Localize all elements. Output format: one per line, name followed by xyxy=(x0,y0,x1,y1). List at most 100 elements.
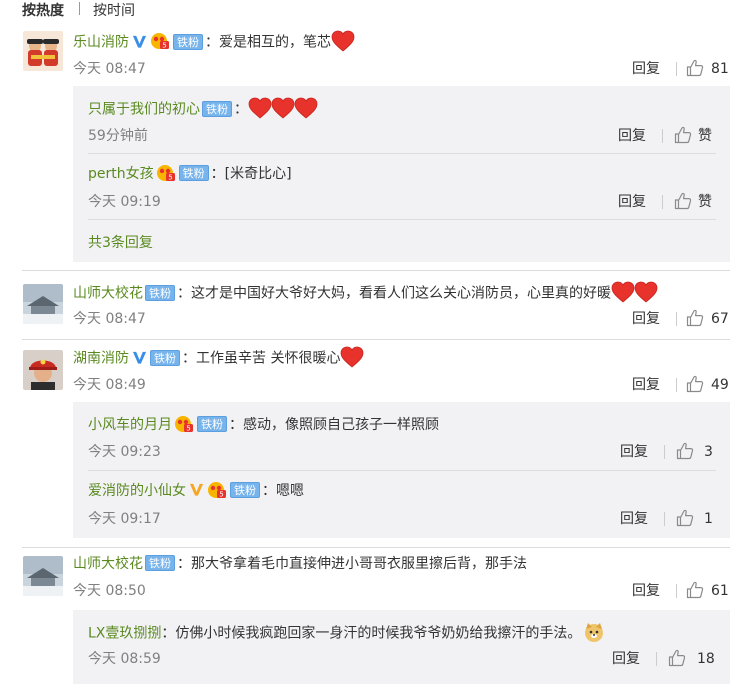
username-link[interactable]: 乐山消防 xyxy=(73,35,129,51)
like-count[interactable]: 18 xyxy=(697,650,715,668)
action-divider xyxy=(662,195,663,209)
reply-button[interactable]: 回复 xyxy=(618,193,646,211)
like-label[interactable]: 赞 xyxy=(698,193,712,211)
sort-by-time-tab[interactable]: 按时间 xyxy=(93,0,135,20)
like-count[interactable]: 49 xyxy=(711,376,729,394)
fan-badge[interactable]: 铁粉 xyxy=(145,555,175,571)
like-label[interactable]: 赞 xyxy=(698,127,712,145)
reply-line: 爱消防的小仙女 铁粉 ：嗯嗯 xyxy=(88,480,304,502)
reply-time: 今天 09:19 xyxy=(88,194,161,210)
more-replies-link[interactable]: 共3条回复 xyxy=(88,234,153,252)
heart-emoji-icon xyxy=(340,346,364,368)
like-count[interactable]: 1 xyxy=(704,510,713,528)
like-thumb-icon[interactable] xyxy=(686,375,704,393)
reply-time: 今天 09:23 xyxy=(88,444,161,460)
avatar[interactable] xyxy=(23,350,63,390)
heart-emoji-icon xyxy=(331,30,355,52)
fan-badge[interactable]: 铁粉 xyxy=(145,284,175,301)
vip-level-icon[interactable] xyxy=(156,164,176,182)
reply-line: 只属于我们的初心 铁粉： xyxy=(88,97,317,122)
reply-line: 小风车的月月 铁粉 ：感动，像照顾自己孩子一样照顾 xyxy=(88,414,439,436)
like-thumb-icon[interactable] xyxy=(674,126,692,144)
action-divider xyxy=(662,129,663,143)
reply-time: 59分钟前 xyxy=(88,128,148,144)
reply-text: ： xyxy=(234,101,248,118)
username-link[interactable]: 山师大校花 xyxy=(73,556,143,572)
like-thumb-icon[interactable] xyxy=(668,649,686,667)
username-link[interactable]: LX壹玖捌捌 xyxy=(88,626,161,642)
username-link[interactable]: 小风车的月月 xyxy=(88,417,172,433)
reply-text: ：嗯嗯 xyxy=(262,483,304,499)
comment-line: 山师大校花 铁粉 ：这才是中国好大爷好大妈，看看人们这么关心消防员，心里真的好暖 xyxy=(73,281,657,306)
reply-button[interactable]: 回复 xyxy=(620,443,648,461)
like-thumb-icon[interactable] xyxy=(676,509,694,527)
username-link[interactable]: 爱消防的小仙女 xyxy=(88,483,186,499)
action-divider xyxy=(656,652,657,666)
like-thumb-icon[interactable] xyxy=(686,309,704,327)
like-thumb-icon[interactable] xyxy=(674,192,692,210)
comment-time: 今天 08:47 xyxy=(73,61,146,77)
fan-badge[interactable]: 铁粉 xyxy=(173,33,203,50)
avatar[interactable] xyxy=(23,556,63,596)
fan-badge[interactable]: 铁粉 xyxy=(150,349,180,366)
heart-emoji-icon xyxy=(248,97,272,119)
reply-time: 今天 09:17 xyxy=(88,511,161,527)
reply-divider xyxy=(88,153,716,154)
like-count[interactable]: 61 xyxy=(711,582,729,600)
action-divider xyxy=(676,62,677,76)
fan-badge[interactable]: 铁粉 xyxy=(230,482,260,498)
verified-v-icon xyxy=(132,350,147,365)
action-divider xyxy=(664,512,665,526)
comment-time: 今天 08:50 xyxy=(73,583,146,599)
fan-badge[interactable]: 铁粉 xyxy=(178,165,209,181)
verified-v-icon xyxy=(132,34,147,49)
heart-emoji-icon xyxy=(611,281,635,303)
vip-level-icon[interactable] xyxy=(174,415,194,433)
reply-divider xyxy=(88,219,716,220)
reply-line: perth女孩 铁粉 ：[米奇比心] xyxy=(88,163,292,185)
reply-divider xyxy=(88,470,716,471)
reply-button[interactable]: 回复 xyxy=(612,650,640,668)
heart-emoji-icon xyxy=(294,97,318,119)
reply-time: 今天 08:59 xyxy=(88,651,161,667)
like-count[interactable]: 81 xyxy=(711,60,729,78)
fan-badge[interactable]: 铁粉 xyxy=(202,100,232,117)
comment-line: 湖南消防 铁粉 ：工作虽辛苦 关怀很暖心 xyxy=(73,346,363,371)
avatar[interactable] xyxy=(23,31,63,71)
username-link[interactable]: 只属于我们的初心 xyxy=(88,102,200,118)
heart-emoji-icon xyxy=(634,281,658,303)
sort-by-hot-tab[interactable]: 按热度 xyxy=(22,0,64,20)
gold-v-icon xyxy=(189,482,204,497)
username-link[interactable]: 山师大校花 xyxy=(73,286,143,302)
username-link[interactable]: 湖南消防 xyxy=(73,351,129,367)
reply-button[interactable]: 回复 xyxy=(632,60,660,78)
action-divider xyxy=(664,445,665,459)
avatar[interactable] xyxy=(23,284,63,324)
like-thumb-icon[interactable] xyxy=(676,442,694,460)
like-thumb-icon[interactable] xyxy=(686,581,704,599)
comment-text: ：爱是相互的，笔芯 xyxy=(205,34,331,51)
vip-level-icon[interactable] xyxy=(150,32,170,50)
reply-button[interactable]: 回复 xyxy=(618,127,646,145)
reply-button[interactable]: 回复 xyxy=(632,582,660,600)
comment-text: ：这才是中国好大爷好大妈，看看人们这么关心消防员，心里真的好暖 xyxy=(177,285,611,302)
comment-line: 乐山消防 铁粉 ：爱是相互的，笔芯 xyxy=(73,30,354,55)
comment-divider xyxy=(22,547,730,548)
comment-line: 山师大校花 铁粉 ：那大爷拿着毛巾直接伸进小哥哥衣服里擦后背，那手法 xyxy=(73,553,527,575)
reply-button[interactable]: 回复 xyxy=(632,310,660,328)
like-count[interactable]: 67 xyxy=(711,310,729,328)
username-link[interactable]: perth女孩 xyxy=(88,166,154,182)
vip-level-icon[interactable] xyxy=(207,481,227,499)
fan-badge[interactable]: 铁粉 xyxy=(197,416,227,432)
reply-button[interactable]: 回复 xyxy=(620,510,648,528)
reply-button[interactable]: 回复 xyxy=(632,376,660,394)
doge-emoji-icon xyxy=(585,623,604,642)
like-thumb-icon[interactable] xyxy=(686,59,704,77)
comment-time: 今天 08:49 xyxy=(73,377,146,393)
sort-bar: 按热度 按时间 xyxy=(0,0,750,22)
sort-divider xyxy=(79,2,80,15)
comment-divider xyxy=(22,270,730,271)
comment-time: 今天 08:47 xyxy=(73,311,146,327)
action-divider xyxy=(676,378,677,392)
like-count[interactable]: 3 xyxy=(704,443,713,461)
